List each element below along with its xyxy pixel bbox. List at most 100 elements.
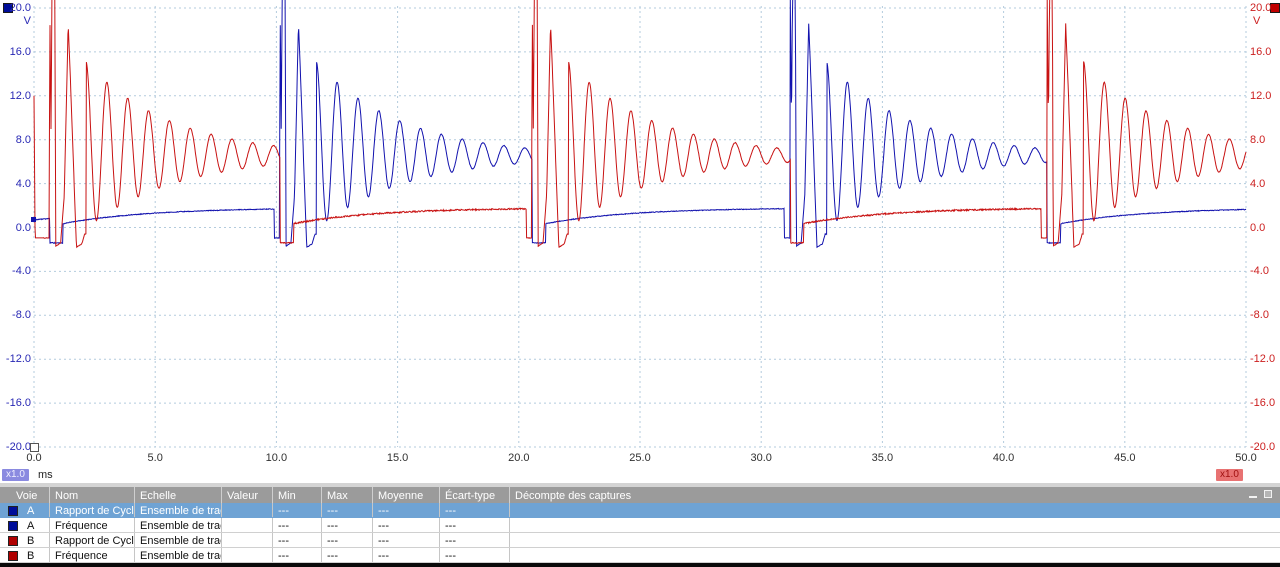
right-zoom-badge[interactable]: x1.0	[1216, 469, 1243, 481]
column-header-d-compte-des-captures[interactable]: Décompte des captures	[510, 487, 1280, 503]
column-header-echelle[interactable]: Echelle	[135, 487, 222, 503]
cell-d-compte-des-captures	[510, 548, 1280, 562]
cell-d-compte-des-captures	[510, 518, 1280, 532]
x-tick-label: 15.0	[386, 452, 409, 464]
x-tick-label: 50.0	[1235, 452, 1257, 464]
channel-letter: B	[27, 534, 35, 547]
measurements-table: Voie Nom Echelle Valeur Min Max Moyenne Écart-t…	[0, 487, 1280, 563]
y-tick-label: 12.0	[9, 89, 31, 102]
oscilloscope-app: V V 20.0 16.0 12.0 8.0 4.0 0.0 -4.0 -8.0 -12.0 -1…	[0, 0, 1280, 567]
cell--cart-type: ---	[440, 503, 510, 517]
popup-window-icon[interactable]	[1264, 490, 1272, 498]
measurements-header: Voie Nom Echelle Valeur Min Max Moyenne Écart-t…	[0, 487, 1280, 503]
cell-max: ---	[322, 533, 373, 547]
y-tick-label: 8.0	[15, 133, 31, 146]
cell-max: ---	[322, 518, 373, 532]
column-header-max[interactable]: Max	[322, 487, 373, 503]
cell-valeur	[222, 518, 273, 532]
bottom-collapsed-panel[interactable]	[0, 563, 1280, 567]
x-tick-label: 40.0	[992, 452, 1015, 464]
channel-letter: A	[27, 504, 35, 517]
cell-echelle: Ensemble de traces	[135, 503, 222, 517]
column-header-nom[interactable]: Nom	[50, 487, 135, 503]
y-tick-label: 12.0	[1250, 89, 1272, 102]
cell-valeur	[222, 503, 273, 517]
y-tick-label: -4.0	[12, 265, 31, 278]
y-tick-label: -4.0	[1250, 265, 1269, 278]
cell-nom: Fréquence	[50, 518, 135, 532]
table-row[interactable]: BRapport de CycleEnsemble de traces-----…	[0, 533, 1280, 548]
right-axis-unit: V	[1253, 15, 1261, 27]
y-tick-label: 16.0	[1250, 45, 1272, 58]
x-tick-label: 25.0	[629, 452, 651, 464]
cell-moyenne: ---	[373, 548, 440, 562]
channel-color-marker	[8, 505, 18, 516]
cell-max: ---	[322, 548, 373, 562]
table-row[interactable]: ARapport de CycleEnsemble de traces-----…	[0, 503, 1280, 518]
cell-nom: Rapport de Cycle	[50, 533, 135, 547]
trace-a-start-marker	[31, 217, 36, 223]
y-tick-label: 20.0	[9, 2, 31, 14]
x-axis-unit: ms	[38, 469, 53, 481]
x-tick-label: 5.0	[147, 452, 163, 464]
y-tick-label: 20.0	[1250, 2, 1272, 14]
y-tick-label: -8.0	[1250, 309, 1269, 322]
cell-min: ---	[273, 533, 322, 547]
column-header--cart-type[interactable]: Écart-type	[440, 487, 510, 503]
cell-valeur	[222, 533, 273, 547]
column-header-voie[interactable]: Voie	[0, 487, 50, 503]
cell-nom: Rapport de Cycle	[50, 503, 135, 517]
channel-color-marker	[8, 535, 18, 546]
y-tick-label: -12.0	[1250, 353, 1276, 366]
y-tick-label: -16.0	[1250, 397, 1276, 410]
x-tick-label: 35.0	[871, 452, 894, 464]
column-header-valeur[interactable]: Valeur	[222, 487, 273, 503]
cell-nom: Fréquence	[50, 548, 135, 562]
y-tick-label: 0.0	[15, 221, 31, 234]
minimize-icon[interactable]	[1249, 496, 1257, 498]
left-axis-unit: V	[23, 15, 31, 27]
cell-echelle: Ensemble de traces	[135, 533, 222, 547]
y-tick-label: 4.0	[15, 177, 31, 190]
waveform-canvas[interactable]	[0, 0, 1280, 483]
table-row[interactable]: AFréquenceEnsemble de traces------------	[0, 518, 1280, 533]
channel-cell: B	[0, 548, 50, 562]
cell-echelle: Ensemble de traces	[135, 518, 222, 532]
channel-b-scale-marker[interactable]	[1270, 3, 1280, 13]
cell-valeur	[222, 548, 273, 562]
channel-letter: B	[27, 549, 35, 562]
y-tick-label: 4.0	[1250, 177, 1266, 190]
channel-color-marker	[8, 520, 18, 531]
y-tick-label: -16.0	[5, 397, 31, 410]
x-tick-label: 30.0	[750, 452, 772, 464]
cell-d-compte-des-captures	[510, 533, 1280, 547]
y-tick-label: 8.0	[1250, 133, 1266, 146]
cell--cart-type: ---	[440, 518, 510, 532]
y-tick-label: -8.0	[12, 309, 31, 322]
x-tick-label: 10.0	[265, 452, 288, 464]
table-row[interactable]: BFréquenceEnsemble de traces------------	[0, 548, 1280, 563]
cell-min: ---	[273, 518, 322, 532]
cell--cart-type: ---	[440, 548, 510, 562]
x-tick-label: 20.0	[508, 452, 530, 464]
y-tick-label: 16.0	[9, 45, 31, 58]
channel-color-marker	[8, 550, 18, 561]
cell-min: ---	[273, 503, 322, 517]
cell-max: ---	[322, 503, 373, 517]
channel-letter: A	[27, 519, 35, 532]
scope-display: V V 20.0 16.0 12.0 8.0 4.0 0.0 -4.0 -8.0 -12.0 -1…	[0, 0, 1280, 483]
axis-drag-handle[interactable]	[30, 443, 39, 452]
left-zoom-badge[interactable]: x1.0	[2, 469, 29, 481]
x-tick-label: 0.0	[26, 452, 42, 464]
cell--cart-type: ---	[440, 533, 510, 547]
cell-moyenne: ---	[373, 518, 440, 532]
column-header-min[interactable]: Min	[273, 487, 322, 503]
cell-moyenne: ---	[373, 533, 440, 547]
y-tick-label: 0.0	[1250, 221, 1266, 234]
column-header-moyenne[interactable]: Moyenne	[373, 487, 440, 503]
cell-echelle: Ensemble de traces	[135, 548, 222, 562]
cell-moyenne: ---	[373, 503, 440, 517]
cell-d-compte-des-captures	[510, 503, 1280, 517]
cell-min: ---	[273, 548, 322, 562]
channel-cell: B	[0, 533, 50, 547]
